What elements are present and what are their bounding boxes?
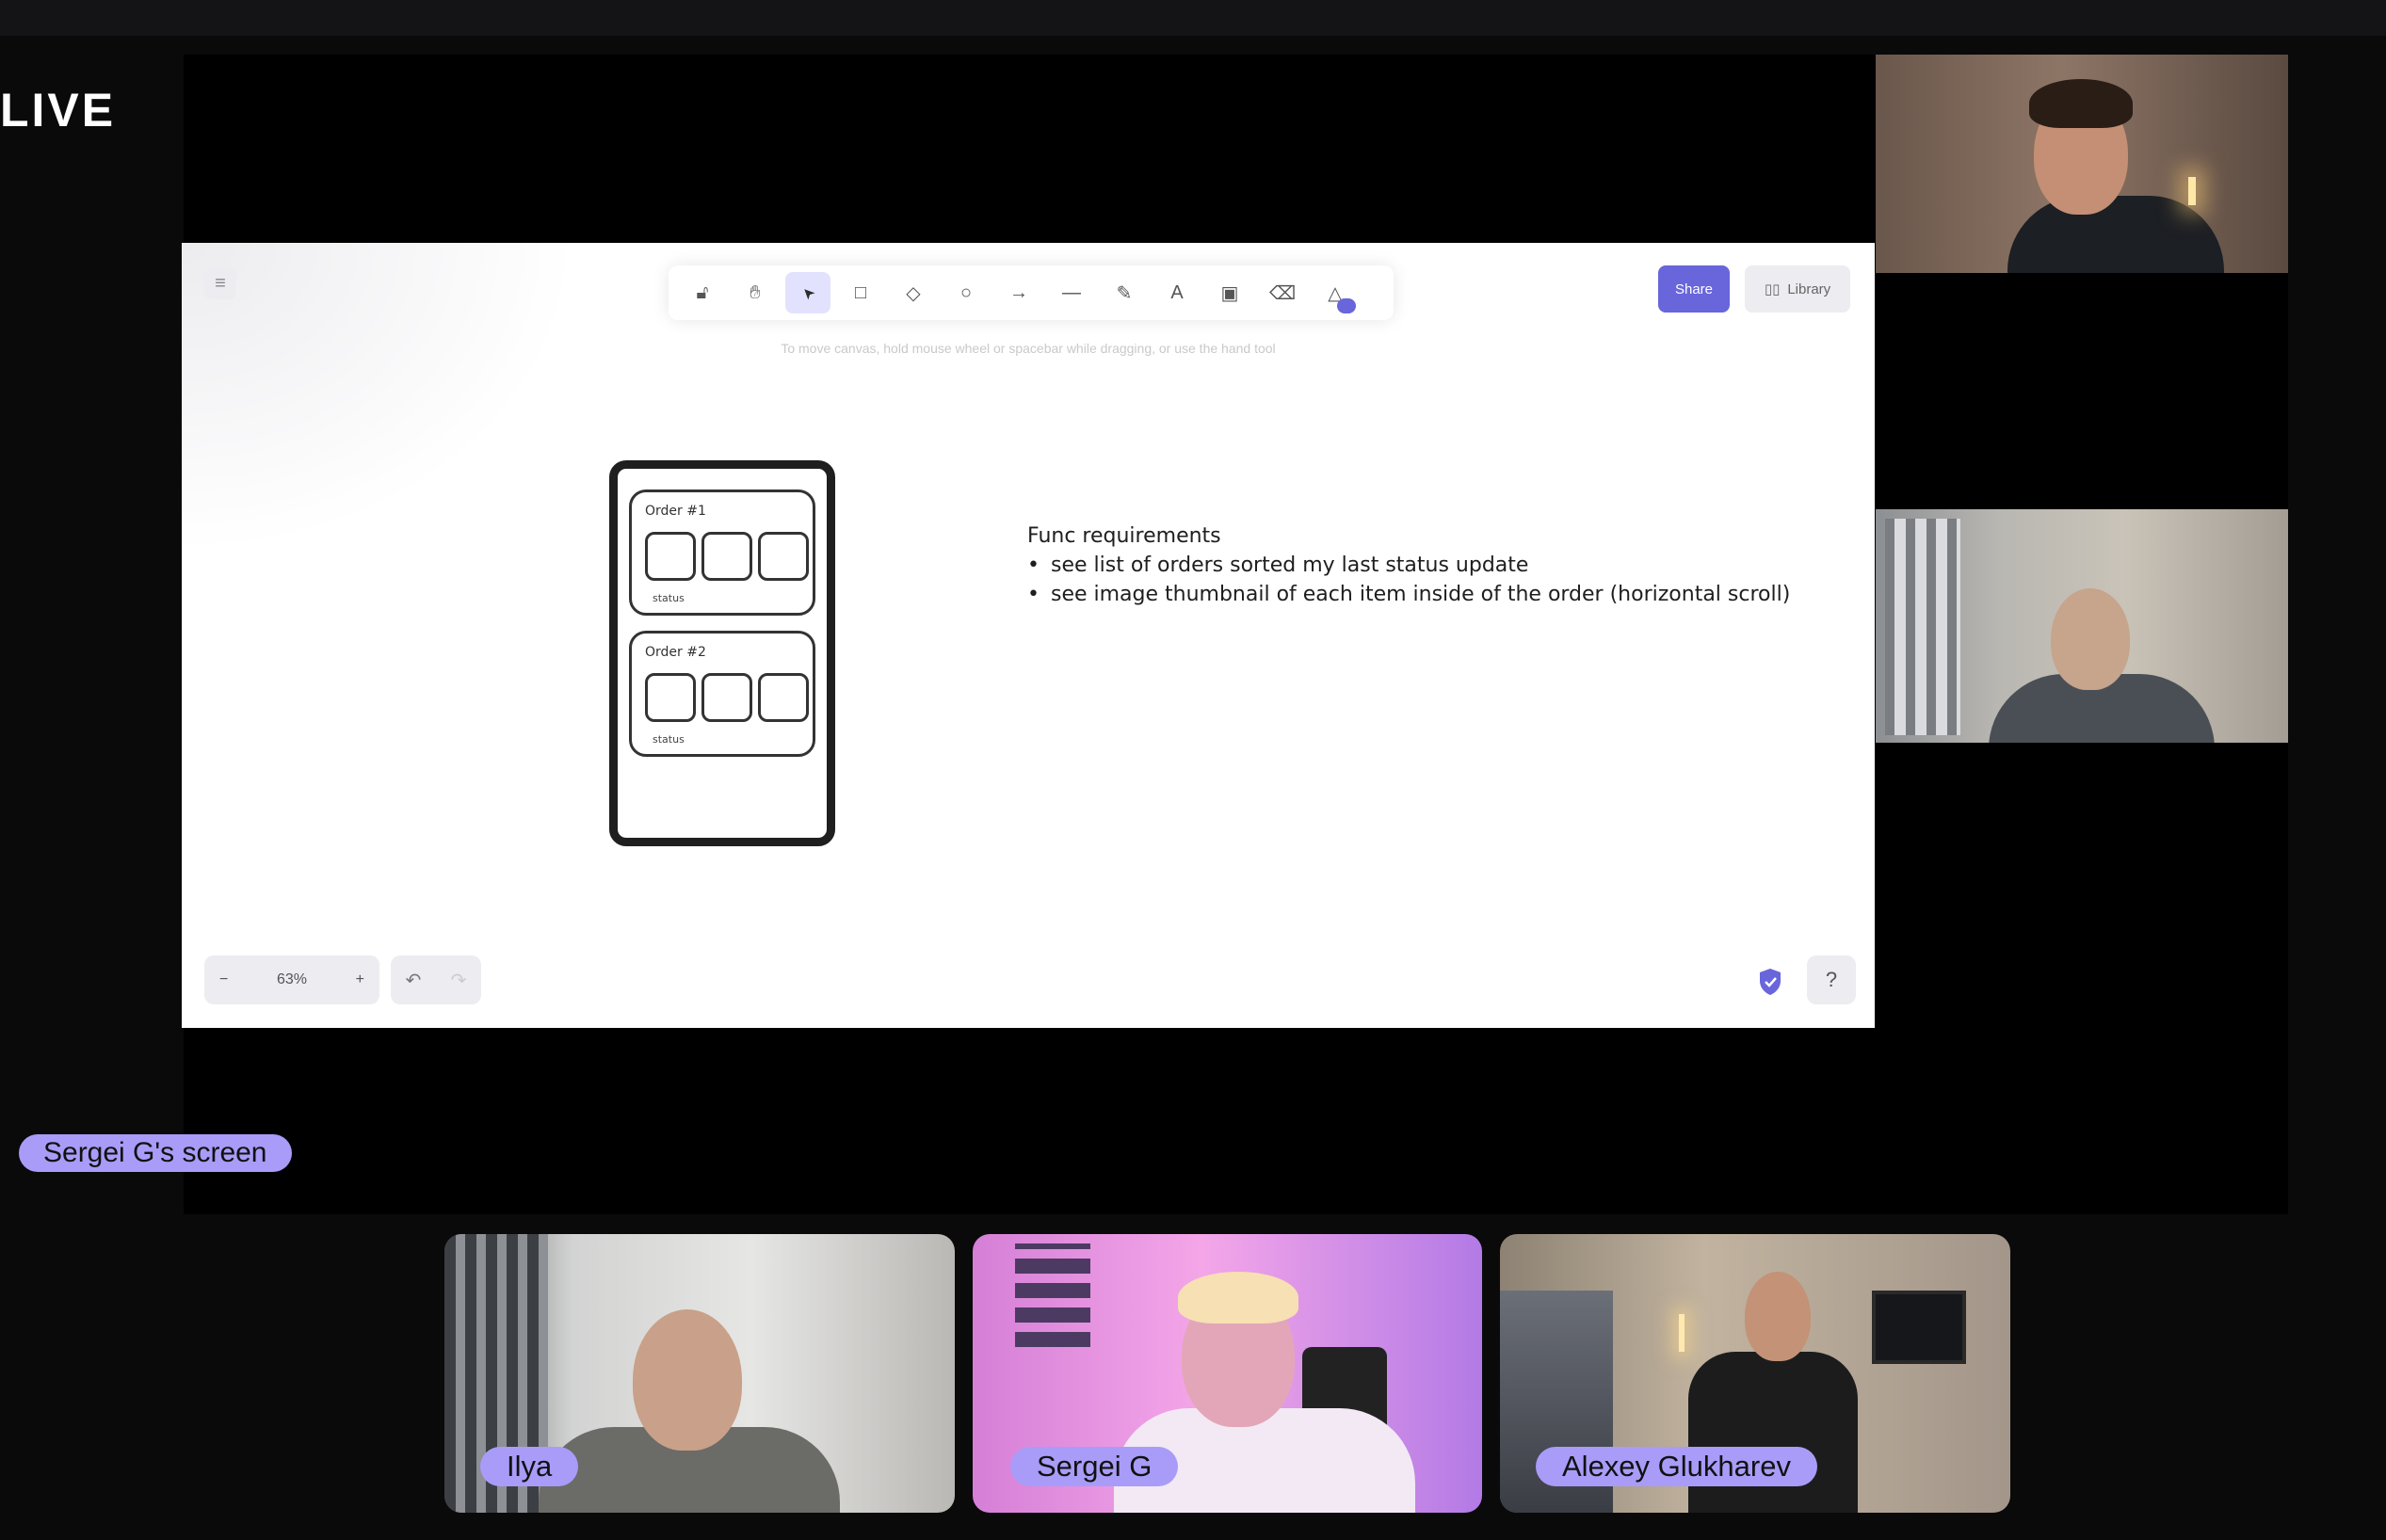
rectangle-icon: □: [854, 281, 867, 303]
person-face: [633, 1309, 742, 1451]
hamburger-menu-button[interactable]: ≡: [204, 267, 236, 299]
top-bar: [0, 0, 2386, 36]
wall-picture: [1872, 1291, 1966, 1364]
thumbnail: [645, 532, 696, 581]
lamp: [1679, 1314, 1685, 1352]
tool-rectangle[interactable]: □: [838, 272, 883, 313]
video-tile-remote-2[interactable]: [1876, 509, 2288, 743]
diamond-icon: ◇: [906, 282, 921, 304]
text-icon: A: [1170, 281, 1184, 303]
history-controls: ↶ ↷: [391, 955, 481, 1004]
tool-diamond[interactable]: ◇: [891, 272, 936, 313]
video-tile-sergei-g[interactable]: Sergei G: [973, 1234, 1482, 1513]
requirements-text[interactable]: Func requirements see list of orders sor…: [1027, 521, 1790, 609]
tool-ellipse[interactable]: ○: [943, 272, 989, 313]
order-status: status: [653, 733, 685, 746]
undo-button[interactable]: ↶: [406, 969, 422, 992]
order-title: Order #1: [645, 504, 706, 519]
hand-icon: ✋︎: [750, 281, 761, 303]
tool-badge: [1337, 298, 1356, 313]
person-face: [2051, 588, 2130, 690]
phone-wireframe[interactable]: Order #1 status Order #2 status: [609, 460, 835, 846]
thumbnail-row: [645, 673, 809, 722]
video-tile-remote-1[interactable]: [1876, 55, 2288, 273]
window-blinds: [1885, 519, 1960, 735]
order-card: Order #2 status: [629, 631, 815, 757]
line-icon: —: [1062, 281, 1081, 303]
ellipse-icon: ○: [959, 281, 973, 303]
tool-more-shapes[interactable]: △: [1313, 272, 1358, 313]
zoom-out-button[interactable]: −: [219, 971, 228, 988]
tool-line[interactable]: —: [1049, 272, 1094, 313]
wall-photos: [1015, 1243, 1090, 1347]
eraser-icon: ⌫: [1268, 282, 1297, 304]
tool-hand[interactable]: ✋︎: [733, 272, 778, 313]
video-tile-ilya[interactable]: Ilya: [444, 1234, 955, 1513]
requirements-heading: Func requirements: [1027, 524, 1221, 548]
thumbnail: [758, 532, 809, 581]
tool-arrow[interactable]: →: [996, 272, 1041, 313]
tool-image[interactable]: ▣: [1207, 272, 1252, 313]
hamburger-icon: ≡: [215, 272, 226, 294]
requirements-list: see list of orders sorted my last status…: [1027, 551, 1790, 609]
participant-name-tag: Sergei G: [1010, 1447, 1179, 1486]
order-title: Order #2: [645, 645, 706, 660]
thumbnail: [758, 673, 809, 722]
order-status: status: [653, 592, 685, 604]
person-body: [1688, 1352, 1858, 1513]
lock-icon: 🔓︎: [696, 281, 709, 303]
zoom-level[interactable]: 63%: [277, 971, 307, 988]
thumbnail: [701, 532, 752, 581]
shield-icon[interactable]: [1758, 968, 1782, 996]
live-indicator: LIVE: [0, 84, 117, 136]
library-button[interactable]: ▯▯ Library: [1745, 265, 1850, 313]
help-icon: ?: [1825, 968, 1838, 991]
person-hair: [2029, 79, 2133, 128]
requirement-item: see list of orders sorted my last status…: [1027, 551, 1790, 580]
tool-draw[interactable]: ✎: [1102, 272, 1147, 313]
person-face: [1745, 1272, 1811, 1361]
shared-screen-whiteboard[interactable]: ≡ 🔓︎ ✋︎ ➤ □ ◇ ○ → — ✎ A ▣ ⌫ △ Share ▯▯ L…: [182, 243, 1875, 1028]
tool-text[interactable]: A: [1154, 272, 1200, 313]
participant-name-tag: Alexey Glukharev: [1536, 1447, 1817, 1486]
help-button[interactable]: ?: [1807, 955, 1856, 1004]
redo-button[interactable]: ↷: [451, 969, 467, 992]
image-icon: ▣: [1220, 282, 1239, 304]
book-icon: ▯▯: [1764, 281, 1781, 297]
pencil-icon: ✎: [1116, 282, 1133, 304]
zoom-controls: − 63% +: [204, 955, 379, 1004]
whiteboard-toolbar: 🔓︎ ✋︎ ➤ □ ◇ ○ → — ✎ A ▣ ⌫ △: [669, 265, 1394, 320]
pointer-icon: ➤: [798, 281, 819, 303]
tool-lock[interactable]: 🔓︎: [680, 272, 725, 313]
thumbnail: [645, 673, 696, 722]
person-hair: [1178, 1272, 1298, 1323]
order-card: Order #1 status: [629, 489, 815, 616]
share-button[interactable]: Share: [1658, 265, 1730, 313]
tool-selection[interactable]: ➤: [785, 272, 830, 313]
tool-eraser[interactable]: ⌫: [1260, 272, 1305, 313]
library-label: Library: [1787, 281, 1831, 297]
zoom-in-button[interactable]: +: [356, 971, 364, 988]
person-body: [2007, 196, 2224, 273]
arrow-icon: →: [1009, 281, 1028, 303]
participant-name-tag: Ilya: [480, 1447, 579, 1486]
canvas-hint: To move canvas, hold mouse wheel or spac…: [781, 341, 1276, 356]
thumbnail: [701, 673, 752, 722]
thumbnail-row: [645, 532, 809, 581]
requirement-item: see image thumbnail of each item inside …: [1027, 580, 1790, 609]
video-tile-alexey-glukharev[interactable]: Alexey Glukharev: [1500, 1234, 2010, 1513]
screen-share-label: Sergei G's screen: [19, 1134, 292, 1172]
lamp: [2188, 177, 2196, 205]
